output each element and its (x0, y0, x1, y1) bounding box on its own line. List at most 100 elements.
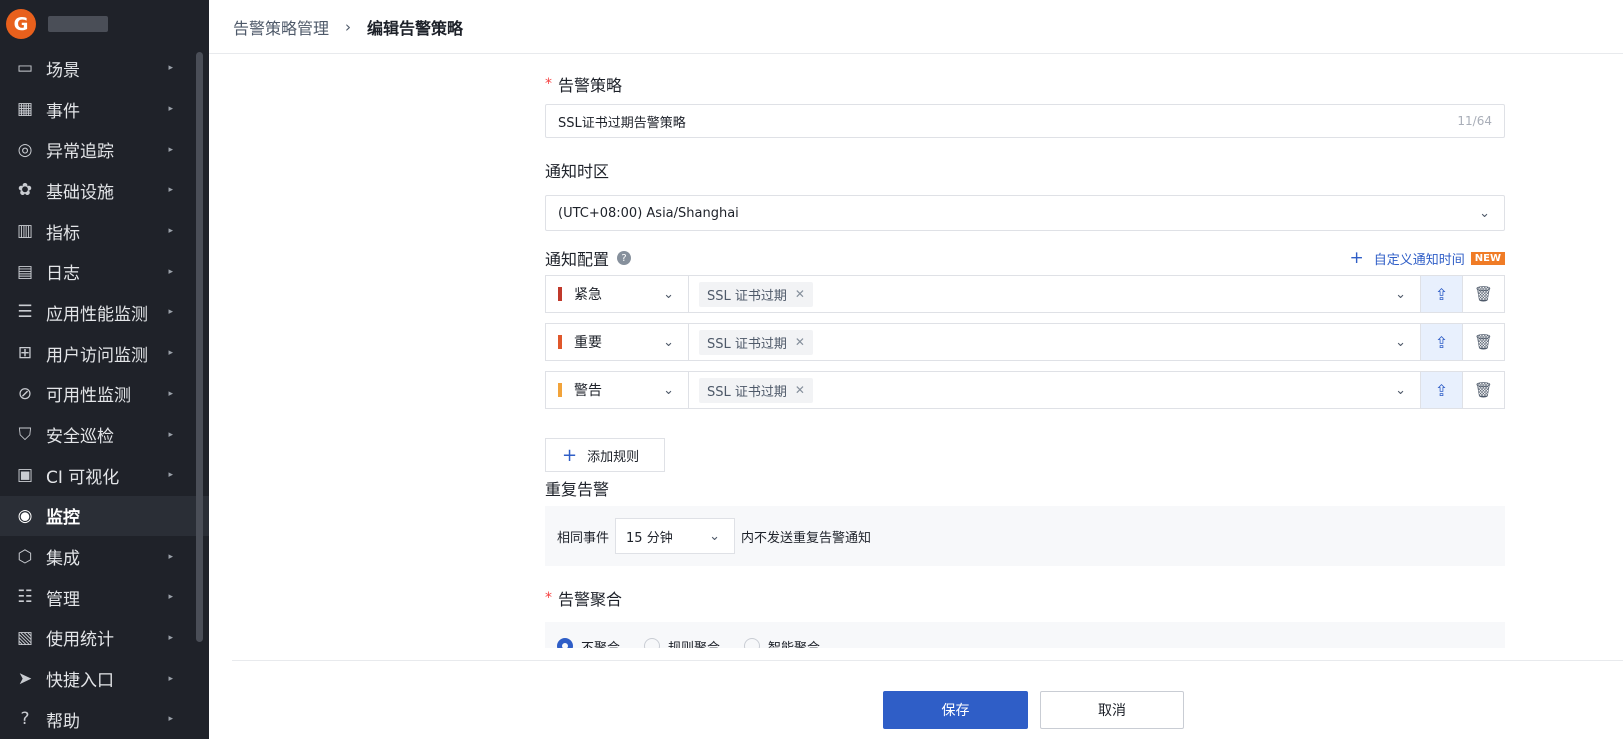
logo-row: G (0, 0, 209, 48)
sidebar-item[interactable]: ☷ 管理 ▸ (0, 577, 209, 618)
policy-name-input[interactable]: SSL证书过期告警策略 11/64 (545, 104, 1505, 138)
cancel-button[interactable]: 取消 (1040, 691, 1184, 729)
add-rule-button[interactable]: + 添加规则 (545, 438, 665, 472)
target-icon: ◎ (17, 139, 33, 160)
chevron-down-icon: ⌄ (663, 334, 674, 350)
close-icon[interactable]: ✕ (795, 335, 805, 349)
sidebar-item[interactable]: ⛉ 安全巡检 ▸ (0, 414, 209, 455)
custom-notify-time-link[interactable]: + 自定义通知时间 NEW (1349, 248, 1505, 268)
monitor-icon: ▭ (16, 58, 34, 79)
radio-button[interactable] (644, 638, 661, 648)
sidebar-item[interactable]: ➤ 快捷入口 ▸ (0, 658, 209, 699)
close-icon[interactable]: ✕ (795, 383, 805, 397)
caret-right-icon: ▸ (168, 470, 173, 481)
rule-target-select[interactable]: SSL 证书过期 ✕ ⌄ (689, 372, 1420, 408)
delete-rule-button[interactable]: 🗑 (1462, 372, 1504, 408)
nodes-icon: ✿ (17, 180, 33, 201)
trash-icon: 🗑 (1473, 381, 1494, 399)
sidebar-item-label: 异常追踪 (46, 142, 114, 163)
repeat-interval-select[interactable]: 15 分钟 ⌄ (615, 518, 736, 554)
caret-right-icon: ▸ (168, 551, 173, 562)
delete-rule-button[interactable]: 🗑 (1462, 324, 1504, 360)
repeat-suffix-text: 内不发送重复告警通知 (741, 530, 872, 546)
brand-logo[interactable]: G (6, 9, 36, 39)
sidebar-item-label: 使用统计 (46, 630, 114, 651)
caret-right-icon: ▸ (168, 144, 173, 155)
close-icon[interactable]: ✕ (795, 287, 805, 301)
sidebar-item-label: 指标 (46, 223, 80, 244)
caret-right-icon: ▸ (168, 714, 173, 725)
list-icon: ☰ (17, 302, 33, 323)
chevron-down-icon: ⌄ (1395, 286, 1406, 302)
sidebar-scrollbar[interactable] (196, 52, 203, 642)
caret-right-icon: ▸ (168, 226, 173, 237)
send-icon: ➤ (17, 668, 33, 689)
aggregation-label: * 告警聚合 (545, 586, 622, 610)
aggregation-radio[interactable]: 不聚合 (557, 637, 620, 648)
upgrade-rule-button[interactable]: ⇪ (1420, 324, 1462, 360)
sidebar-item[interactable]: ▦ 事件 ▸ (0, 89, 209, 130)
caret-right-icon: ▸ (168, 592, 173, 603)
rule-tag: SSL 证书过期 ✕ (699, 329, 813, 355)
sidebar-item-label: 管理 (46, 589, 80, 610)
rule-level-select[interactable]: 重要 ⌄ (546, 324, 689, 360)
save-button[interactable]: 保存 (883, 691, 1028, 729)
breadcrumb-parent-link[interactable]: 告警策略管理 (233, 15, 329, 39)
gauge-icon: ⊘ (17, 383, 33, 404)
rule-tag-label: SSL 证书过期 (707, 384, 787, 400)
upgrade-rule-button[interactable]: ⇪ (1420, 372, 1462, 408)
aggregation-label-text: 告警聚合 (558, 590, 623, 609)
policy-name-value: SSL证书过期告警策略 (558, 115, 686, 131)
sidebar-item[interactable]: ▣ CI 可视化 ▸ (0, 455, 209, 496)
rule-level-select[interactable]: 警告 ⌄ (546, 372, 689, 408)
sidebar-nav: ▭ 场景 ▸ ▦ 事件 ▸ ◎ 异常追踪 ▸ ✿ 基础设施 ▸ ▥ 指标 ▸ ▤ 日志 ▸ ☰ 应用性能监测 ▸ ⊞ 用户访… (0, 48, 209, 739)
sidebar-item[interactable]: ☰ 应用性能监测 ▸ (0, 292, 209, 333)
aggregation-radio[interactable]: 智能聚合 (744, 637, 820, 648)
calendar-icon: ▦ (16, 99, 34, 120)
sidebar-item-label: 用户访问监测 (46, 345, 148, 366)
upload-icon: ⇪ (1434, 380, 1449, 400)
repeat-alert-label: 重复告警 (545, 476, 609, 500)
radio-button[interactable] (744, 638, 761, 648)
sidebar-item-label: 快捷入口 (46, 671, 114, 692)
rule-target-select[interactable]: SSL 证书过期 ✕ ⌄ (689, 276, 1420, 312)
chevron-down-icon: ⌄ (663, 382, 674, 398)
aggregation-radio[interactable]: 规则聚合 (644, 637, 720, 648)
sidebar-item[interactable]: ▭ 场景 ▸ (0, 48, 209, 89)
repeat-interval-value: 15 分钟 (626, 530, 673, 546)
delete-rule-button[interactable]: 🗑 (1462, 276, 1504, 312)
required-mark: * (545, 590, 552, 606)
sidebar-item[interactable]: ⬡ 集成 ▸ (0, 536, 209, 577)
upload-icon: ⇪ (1434, 332, 1449, 352)
rule-tag: SSL 证书过期 ✕ (699, 377, 813, 403)
sidebar-item[interactable]: ◉ 监控 (0, 495, 209, 537)
notify-rule-row: 警告 ⌄ SSL 证书过期 ✕ ⌄ ⇪ 🗑 (545, 371, 1505, 409)
sidebar-item-label: 监控 (46, 508, 80, 529)
timezone-select[interactable]: (UTC+08:00) Asia/Shanghai ⌄ (545, 195, 1505, 231)
level-color-bar (558, 383, 562, 397)
sidebar-item[interactable]: ▧ 使用统计 ▸ (0, 618, 209, 659)
radio-button[interactable] (557, 638, 573, 648)
caret-right-icon: ▸ (168, 429, 173, 440)
plus-icon: + (1349, 248, 1364, 268)
hex-icon: ⬡ (17, 546, 33, 567)
sidebar: G ▭ 场景 ▸ ▦ 事件 ▸ ◎ 异常追踪 ▸ ✿ 基础设施 ▸ ▥ 指标 ▸ ▤ 日志 ▸ ☰ 应用性能监测 ▸ ⊞ 用… (0, 0, 209, 739)
notify-rule-row: 紧急 ⌄ SSL 证书过期 ✕ ⌄ ⇪ 🗑 (545, 275, 1505, 313)
help-icon[interactable]: ? (617, 251, 632, 265)
sidebar-item[interactable]: ⊘ 可用性监测 ▸ (0, 374, 209, 415)
sidebar-item[interactable]: ? 帮助 ▸ (0, 699, 209, 739)
chevron-down-icon: ⌄ (1395, 382, 1406, 398)
sidebar-item[interactable]: ▤ 日志 ▸ (0, 251, 209, 292)
sidebar-item[interactable]: ◎ 异常追踪 ▸ (0, 129, 209, 170)
new-badge: NEW (1470, 251, 1505, 265)
aggregation-radio-label: 智能聚合 (768, 637, 820, 648)
repeat-alert-box: 相同事件 15 分钟 ⌄ 内不发送重复告警通知 (545, 506, 1505, 566)
rule-tag-label: SSL 证书过期 (707, 336, 787, 352)
pipeline-icon: ▣ (16, 465, 34, 486)
sidebar-item[interactable]: ✿ 基础设施 ▸ (0, 170, 209, 211)
rule-level-select[interactable]: 紧急 ⌄ (546, 276, 689, 312)
sidebar-item[interactable]: ▥ 指标 ▸ (0, 211, 209, 252)
rule-target-select[interactable]: SSL 证书过期 ✕ ⌄ (689, 324, 1420, 360)
sidebar-item[interactable]: ⊞ 用户访问监测 ▸ (0, 333, 209, 374)
upgrade-rule-button[interactable]: ⇪ (1420, 276, 1462, 312)
